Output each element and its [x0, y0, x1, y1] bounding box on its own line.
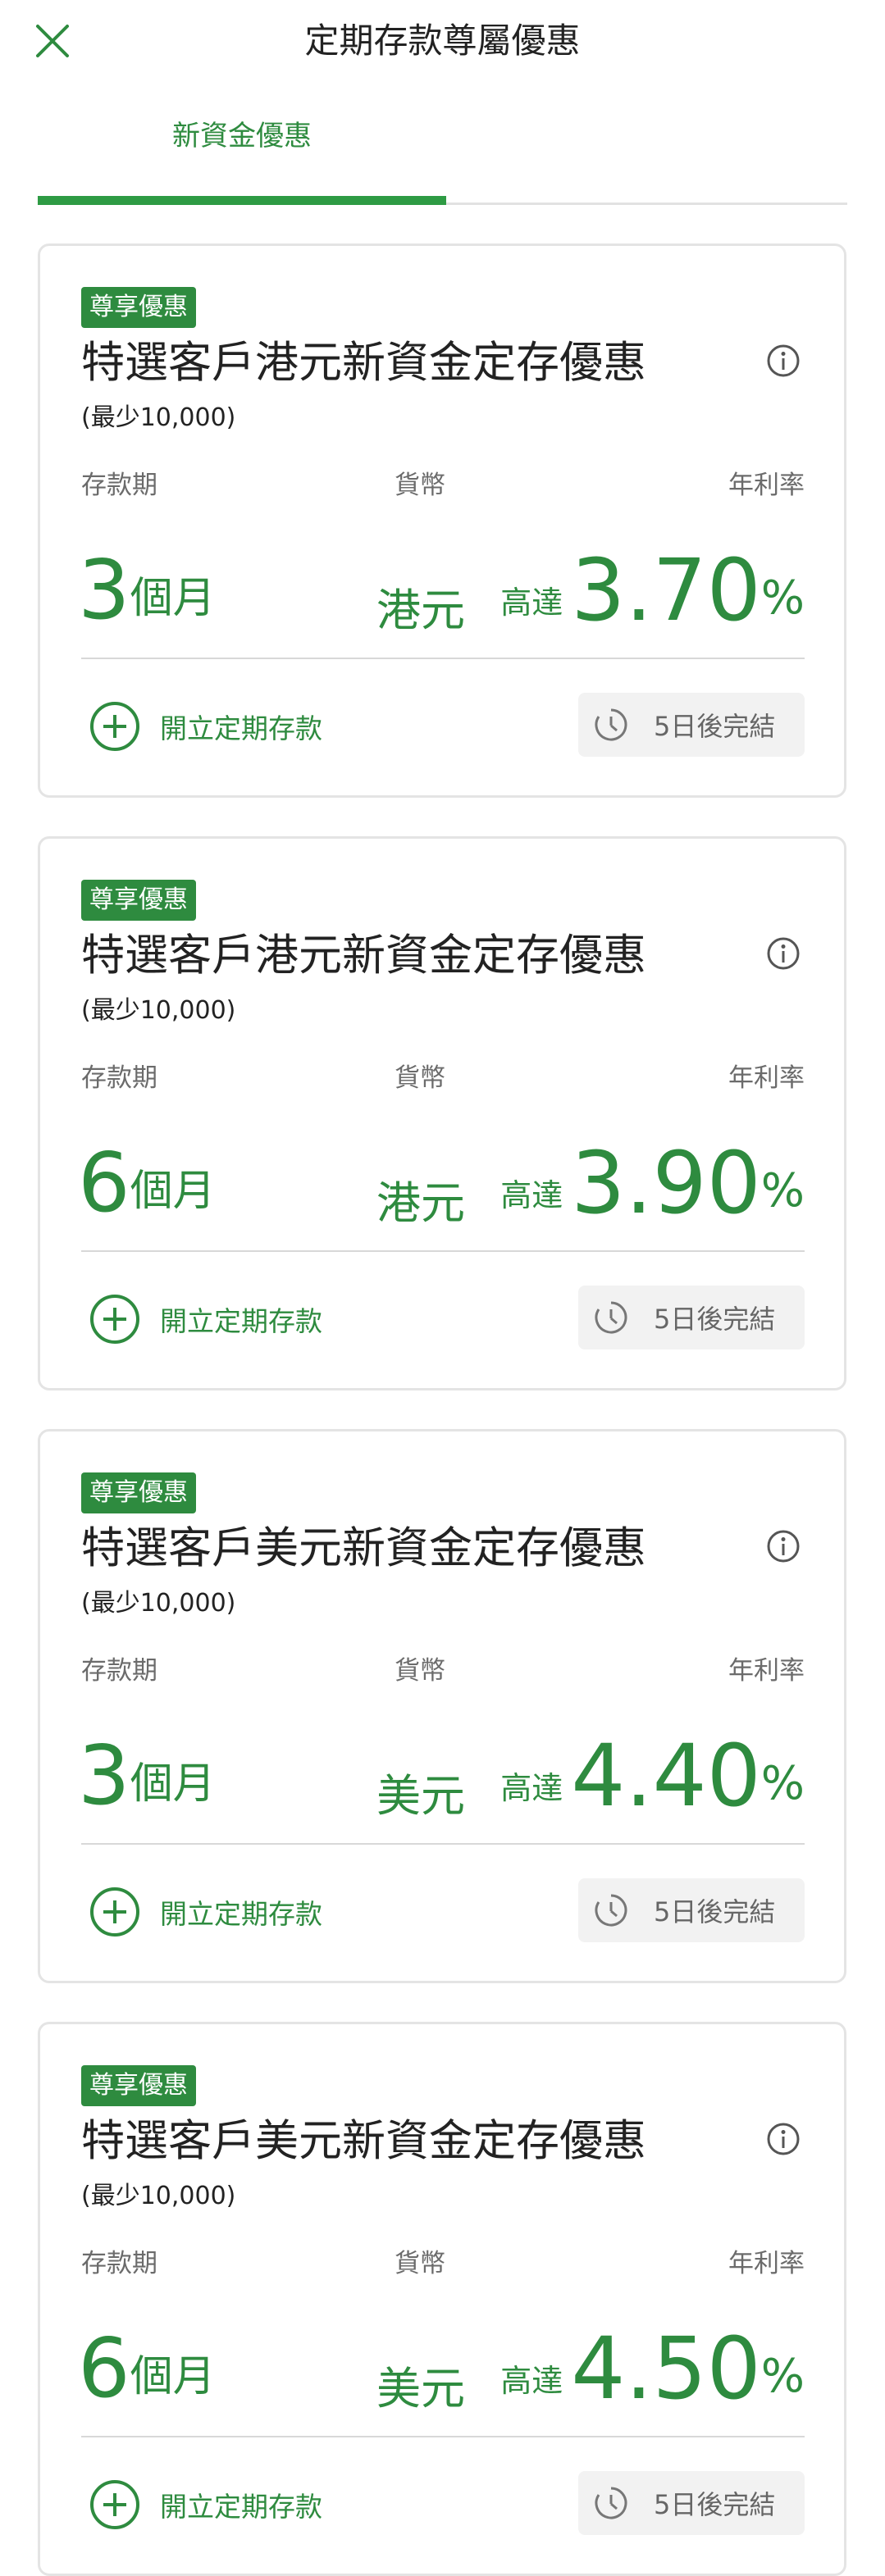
expiry-tag: 5日後完結	[578, 693, 805, 757]
term-label: 存款期	[81, 2249, 157, 2278]
term-value: 6個月	[78, 1138, 216, 1228]
term-value: 3個月	[78, 545, 216, 635]
open-deposit-label: 開立定期存款	[160, 712, 322, 744]
rate-value: 高達3.90%	[500, 1138, 805, 1228]
offer-title: 特選客戶美元新資金定存優惠	[81, 1523, 646, 1573]
add-circle-icon	[90, 2480, 139, 2529]
rate-unit: %	[760, 2350, 805, 2403]
tab-new-funds[interactable]: 新資金優惠	[38, 118, 446, 154]
currency-label: 貨幣	[395, 471, 445, 500]
premium-badge: 尊享優惠	[81, 287, 196, 328]
info-icon[interactable]	[765, 1528, 801, 1564]
term-number: 3	[78, 1727, 130, 1823]
offer-card: 尊享優惠 特選客戶美元新資金定存優惠 (最少10,000) 存款期 貨幣 年利率…	[38, 2022, 846, 2576]
term-number: 6	[78, 1135, 130, 1231]
expiry-tag: 5日後完結	[578, 2471, 805, 2535]
tab-bar: 新資金優惠	[38, 82, 847, 205]
term-value: 6個月	[78, 2323, 216, 2414]
term-label: 存款期	[81, 1063, 157, 1093]
rate-label: 年利率	[728, 1063, 805, 1093]
rate-unit: %	[760, 571, 805, 625]
offer-title: 特選客戶美元新資金定存優惠	[81, 2116, 646, 2166]
open-deposit-button[interactable]: 開立定期存款	[89, 1293, 322, 1345]
premium-badge: 尊享優惠	[81, 2065, 196, 2106]
info-icon[interactable]	[765, 2121, 801, 2157]
offer-card: 尊享優惠 特選客戶美元新資金定存優惠 (最少10,000) 存款期 貨幣 年利率…	[38, 1429, 846, 1983]
term-unit: 個月	[130, 1759, 216, 1809]
currency-label: 貨幣	[395, 1063, 445, 1093]
clock-icon	[595, 2487, 627, 2519]
open-deposit-label: 開立定期存款	[160, 1305, 322, 1337]
rate-number: 4.50	[571, 2319, 761, 2419]
minimum-amount: (最少10,000)	[81, 403, 236, 432]
currency-label: 貨幣	[395, 1656, 445, 1686]
divider	[81, 1843, 805, 1845]
rate-label: 年利率	[728, 2249, 805, 2278]
rate-prefix: 高達	[500, 2363, 563, 2399]
open-deposit-button[interactable]: 開立定期存款	[89, 700, 322, 753]
rate-prefix: 高達	[500, 1770, 563, 1806]
info-icon[interactable]	[765, 343, 801, 379]
rate-unit: %	[760, 1757, 805, 1810]
currency-label: 貨幣	[395, 2249, 445, 2278]
offer-card: 尊享優惠 特選客戶港元新資金定存優惠 (最少10,000) 存款期 貨幣 年利率…	[38, 836, 846, 1390]
rate-label: 年利率	[728, 471, 805, 500]
offer-title: 特選客戶港元新資金定存優惠	[81, 338, 646, 388]
active-tab-indicator	[38, 196, 446, 205]
page-title: 定期存款尊屬優惠	[304, 20, 581, 61]
open-deposit-button[interactable]: 開立定期存款	[89, 1886, 322, 1938]
term-label: 存款期	[81, 1656, 157, 1686]
rate-prefix: 高達	[500, 585, 563, 621]
currency-value: 美元	[376, 1770, 465, 1822]
add-circle-icon	[90, 1295, 139, 1344]
term-number: 6	[78, 2320, 130, 2416]
expiry-tag: 5日後完結	[578, 1286, 805, 1349]
open-deposit-button[interactable]: 開立定期存款	[89, 2478, 322, 2531]
info-icon[interactable]	[765, 935, 801, 972]
rate-value: 高達4.40%	[500, 1731, 805, 1821]
header: 定期存款尊屬優惠	[0, 0, 885, 82]
clock-icon	[595, 1894, 627, 1927]
premium-badge: 尊享優惠	[81, 1472, 196, 1513]
term-unit: 個月	[130, 574, 216, 623]
term-unit: 個月	[130, 2352, 216, 2401]
offer-title: 特選客戶港元新資金定存優惠	[81, 931, 646, 981]
add-circle-icon	[90, 1887, 139, 1937]
rate-value: 高達4.50%	[500, 2323, 805, 2414]
expiry-label: 5日後完結	[654, 2489, 776, 2520]
rate-value: 高達3.70%	[500, 545, 805, 635]
term-value: 3個月	[78, 1731, 216, 1821]
currency-value: 港元	[376, 1177, 465, 1229]
expiry-tag: 5日後完結	[578, 1878, 805, 1942]
premium-badge: 尊享優惠	[81, 880, 196, 921]
clock-icon	[595, 708, 627, 741]
clock-icon	[595, 1301, 627, 1334]
open-deposit-label: 開立定期存款	[160, 1898, 322, 1930]
add-circle-icon	[90, 702, 139, 751]
open-deposit-label: 開立定期存款	[160, 2491, 322, 2523]
rate-label: 年利率	[728, 1656, 805, 1686]
currency-value: 美元	[376, 2363, 465, 2414]
expiry-label: 5日後完結	[654, 711, 776, 742]
term-number: 3	[78, 542, 130, 638]
currency-value: 港元	[376, 585, 465, 636]
divider	[81, 2436, 805, 2437]
term-label: 存款期	[81, 471, 157, 500]
term-unit: 個月	[130, 1167, 216, 1216]
rate-number: 3.90	[571, 1133, 761, 1233]
minimum-amount: (最少10,000)	[81, 1589, 236, 1618]
offer-card: 尊享優惠 特選客戶港元新資金定存優惠 (最少10,000) 存款期 貨幣 年利率…	[38, 243, 846, 798]
rate-prefix: 高達	[500, 1177, 563, 1213]
divider	[81, 658, 805, 659]
minimum-amount: (最少10,000)	[81, 2182, 236, 2210]
expiry-label: 5日後完結	[654, 1304, 776, 1335]
rate-unit: %	[760, 1164, 805, 1217]
expiry-label: 5日後完結	[654, 1896, 776, 1927]
minimum-amount: (最少10,000)	[81, 996, 236, 1025]
rate-number: 4.40	[571, 1726, 761, 1826]
rate-number: 3.70	[571, 540, 761, 640]
divider	[81, 1250, 805, 1252]
